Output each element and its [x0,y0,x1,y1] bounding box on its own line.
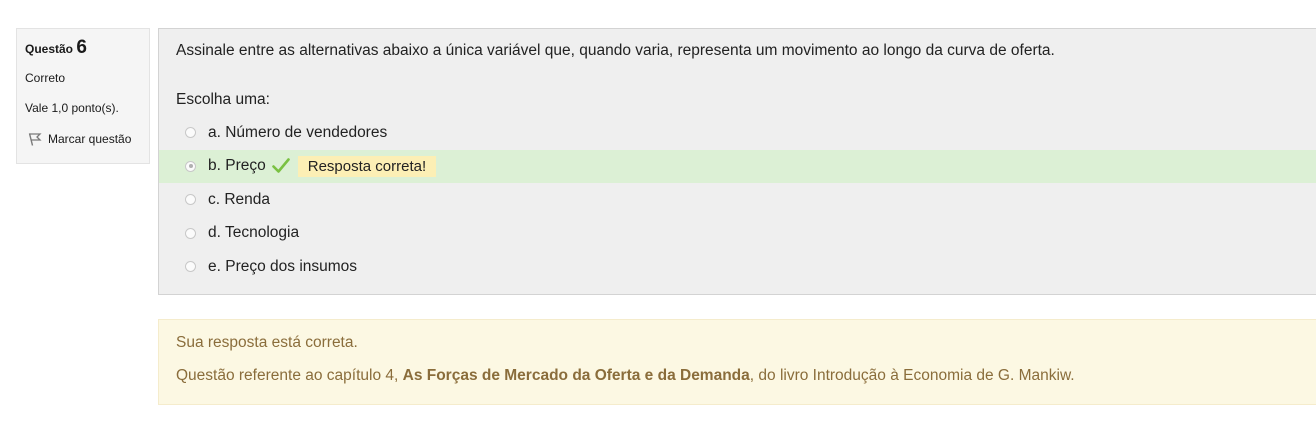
option-e[interactable]: e. Preço dos insumos [176,250,1316,284]
option-a[interactable]: a. Número de vendedores [176,116,1316,150]
option-d-label: d. Tecnologia [208,224,300,242]
option-e-label: e. Preço dos insumos [208,257,358,275]
option-a-label: a. Número de vendedores [208,123,388,141]
radio-option-e[interactable] [185,261,196,273]
option-c[interactable]: c. Renda [176,183,1316,217]
question-number: Questão 6 [25,37,149,59]
option-d[interactable]: d. Tecnologia [176,217,1316,251]
radio-option-c[interactable] [185,194,196,206]
feedback-suffix: , do livro Introdução à Economia de G. M… [749,367,1075,384]
flag-label: Marcar questão [48,132,132,146]
option-c-label: c. Renda [208,190,271,208]
question-grade: Vale 1,0 ponto(s). [25,101,119,115]
radio-option-a[interactable] [185,127,196,139]
flag-question-link[interactable]: Marcar questão [25,132,149,146]
outcome-panel: Sua resposta está correta. Questão refer… [158,319,1316,405]
result-message: Sua resposta está correta. [176,334,358,351]
answer-prompt: Escolha uma: [176,91,270,108]
question-info-panel: Questão 6 Correto Vale 1,0 ponto(s). Mar… [16,28,150,164]
question-label: Questão [25,42,74,56]
feedback-chapter-title: As Forças de Mercado da Oferta e da Dema… [402,367,750,384]
radio-option-b[interactable] [185,160,196,172]
general-feedback: Questão referente ao capítulo 4, As Forç… [176,367,1075,385]
radio-option-d[interactable] [185,227,196,239]
question-state: Correto [25,71,66,85]
checkmark-icon [271,158,290,174]
option-b-label: b. Preço [208,157,266,175]
correct-feedback-badge: Resposta correta! [297,155,437,177]
question-number-value: 6 [76,37,87,58]
question-text: Assinale entre as alternativas abaixo a … [176,42,1055,59]
feedback-prefix: Questão referente ao capítulo 4, [176,367,403,384]
question-formulation: Assinale entre as alternativas abaixo a … [158,28,1316,295]
flag-icon [28,133,42,146]
option-b[interactable]: b. Preço Resposta correta! [159,149,1316,183]
answer-options: a. Número de vendedores b. Preço Respost… [159,116,1316,284]
